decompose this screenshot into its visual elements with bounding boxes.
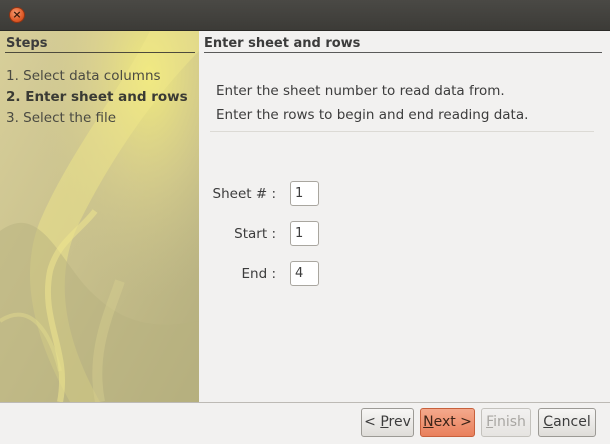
- step-item-select-file: 3. Select the file: [6, 110, 117, 126]
- next-rest: ext >: [433, 414, 472, 430]
- page-title: Enter sheet and rows: [204, 36, 361, 51]
- steps-divider: [5, 52, 195, 53]
- prev-button[interactable]: < Prev: [361, 408, 414, 437]
- steps-list: 1. Select data columns 2. Enter sheet an…: [6, 66, 188, 129]
- description-divider: [210, 131, 594, 132]
- next-mnemonic: N: [423, 414, 434, 430]
- start-row-label: Start :: [234, 226, 276, 242]
- cancel-rest: ancel: [553, 414, 591, 430]
- prev-prefix: <: [364, 414, 381, 430]
- step-item-sheet-rows: 2. Enter sheet and rows: [6, 89, 188, 105]
- prev-mnemonic: P: [380, 414, 389, 430]
- end-row-label: End :: [241, 266, 277, 282]
- steps-header: Steps: [6, 36, 48, 51]
- sheet-number-input[interactable]: [290, 181, 319, 206]
- cancel-button[interactable]: Cancel: [538, 408, 596, 437]
- description-line-1: Enter the sheet number to read data from…: [216, 83, 505, 99]
- cancel-mnemonic: C: [543, 414, 554, 430]
- finish-rest: inish: [493, 414, 526, 430]
- title-divider: [204, 52, 602, 53]
- steps-panel: Steps 1. Select data columns 2. Enter sh…: [0, 31, 199, 402]
- step-item-select-columns: 1. Select data columns: [6, 68, 161, 84]
- end-row-input[interactable]: [290, 261, 319, 286]
- start-row-input[interactable]: [290, 221, 319, 246]
- sheet-number-label: Sheet # :: [212, 186, 276, 202]
- next-button[interactable]: Next >: [420, 408, 475, 437]
- prev-rest: rev: [388, 414, 411, 430]
- button-bar-divider: [0, 402, 610, 403]
- close-icon[interactable]: ×: [9, 7, 25, 23]
- description-line-2: Enter the rows to begin and end reading …: [216, 107, 529, 123]
- finish-button[interactable]: Finish: [481, 408, 531, 437]
- title-bar: ×: [0, 0, 610, 31]
